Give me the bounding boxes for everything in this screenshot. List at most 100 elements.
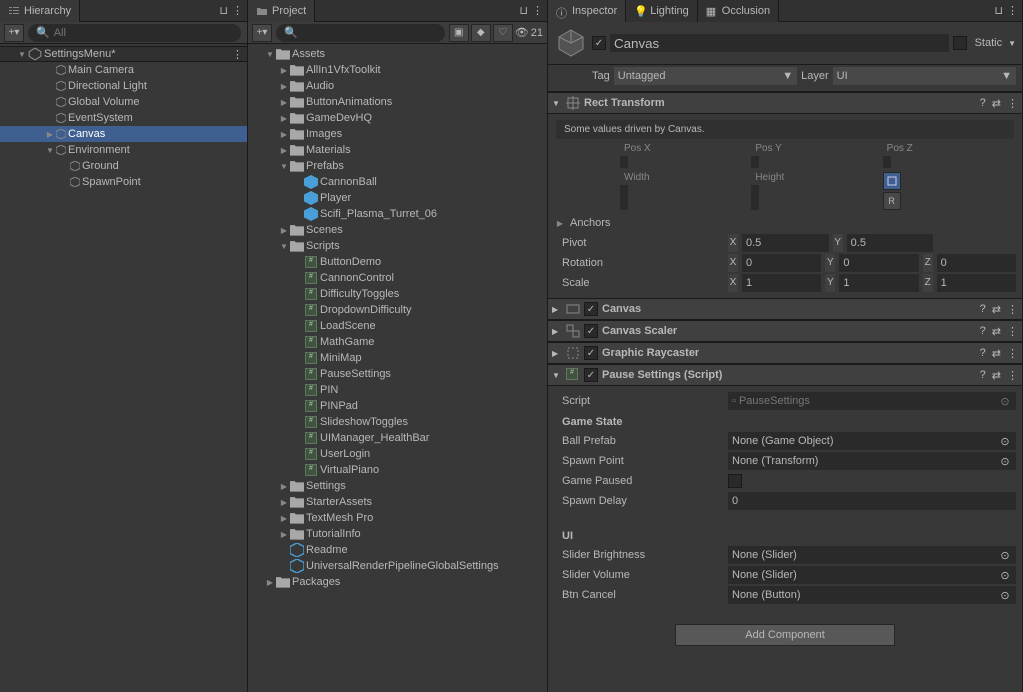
- help-icon[interactable]: ?: [980, 325, 986, 338]
- asset-row[interactable]: #VirtualPiano: [248, 462, 547, 478]
- folder-row[interactable]: ▶ButtonAnimations: [248, 94, 547, 110]
- help-icon[interactable]: ?: [980, 369, 986, 382]
- spawn-delay-field[interactable]: [728, 492, 1016, 510]
- preset-icon[interactable]: ⇄: [992, 325, 1001, 338]
- blueprint-mode-button[interactable]: [883, 172, 901, 190]
- graphic-raycaster-component[interactable]: ▶ Graphic Raycaster ?⇄⋮: [548, 342, 1022, 364]
- tab-lighting[interactable]: 💡 Lighting: [626, 0, 698, 22]
- foldout-icon[interactable]: ▶: [278, 98, 290, 107]
- asset-row[interactable]: Readme: [248, 542, 547, 558]
- menu-icon[interactable]: ⋮: [1007, 347, 1018, 360]
- foldout-icon[interactable]: ▼: [44, 146, 56, 155]
- assets-row[interactable]: ▼ Assets: [248, 46, 547, 62]
- asset-row[interactable]: #ButtonDemo: [248, 254, 547, 270]
- help-icon[interactable]: ?: [980, 97, 986, 110]
- scene-menu-icon[interactable]: ⋮: [232, 48, 247, 61]
- foldout-icon[interactable]: ▶: [44, 130, 56, 139]
- object-picker-icon[interactable]: ⊙: [998, 455, 1012, 468]
- folder-row[interactable]: ▶Settings: [248, 478, 547, 494]
- rot-z-field[interactable]: [937, 254, 1016, 272]
- preset-icon[interactable]: ⇄: [992, 303, 1001, 316]
- hierarchy-item[interactable]: Directional Light: [0, 78, 247, 94]
- hierarchy-item[interactable]: ▼Environment: [0, 142, 247, 158]
- project-search-input[interactable]: [302, 27, 437, 39]
- lock-icon[interactable]: ⊔: [519, 4, 528, 17]
- width-field[interactable]: [620, 185, 628, 210]
- asset-row[interactable]: Player: [248, 190, 547, 206]
- project-tab[interactable]: Project: [248, 0, 315, 22]
- menu-icon[interactable]: ⋮: [532, 4, 543, 17]
- hierarchy-tab[interactable]: Hierarchy: [0, 0, 80, 22]
- menu-icon[interactable]: ⋮: [1007, 303, 1018, 316]
- hierarchy-item[interactable]: Global Volume: [0, 94, 247, 110]
- asset-row[interactable]: CannonBall: [248, 174, 547, 190]
- scl-x-field[interactable]: [742, 274, 821, 292]
- folder-row[interactable]: ▶Images: [248, 126, 547, 142]
- menu-icon[interactable]: ⋮: [1007, 4, 1018, 17]
- object-picker-icon[interactable]: ⊙: [998, 549, 1012, 562]
- static-checkbox[interactable]: [953, 36, 967, 50]
- component-enable-checkbox[interactable]: [584, 346, 598, 360]
- rect-transform-component[interactable]: ▼ Rect Transform ?⇄⋮: [548, 92, 1022, 114]
- foldout-icon[interactable]: ▶: [278, 114, 290, 123]
- btn-cancel-field[interactable]: None (Button)⊙: [728, 586, 1016, 604]
- foldout-icon[interactable]: ▼: [16, 50, 28, 59]
- folder-row[interactable]: ▶Scenes: [248, 222, 547, 238]
- rot-y-field[interactable]: [839, 254, 918, 272]
- foldout-icon[interactable]: ▼: [264, 50, 276, 59]
- layer-dropdown[interactable]: UI▼: [833, 67, 1016, 85]
- hierarchy-item[interactable]: EventSystem: [0, 110, 247, 126]
- foldout-icon[interactable]: ▶: [278, 498, 290, 507]
- foldout-icon[interactable]: ▶: [554, 219, 566, 228]
- gameobject-name-field[interactable]: [610, 34, 949, 52]
- favorite-button[interactable]: ♡: [493, 24, 513, 42]
- asset-row[interactable]: Scifi_Plasma_Turret_06: [248, 206, 547, 222]
- folder-row[interactable]: ▶GameDevHQ: [248, 110, 547, 126]
- slider-brightness-field[interactable]: None (Slider)⊙: [728, 546, 1016, 564]
- create-button[interactable]: +▾: [4, 24, 24, 42]
- folder-row[interactable]: ▶AllIn1VfxToolkit: [248, 62, 547, 78]
- foldout-icon[interactable]: ▼: [552, 371, 562, 380]
- foldout-icon[interactable]: ▶: [278, 66, 290, 75]
- scl-z-field[interactable]: [937, 274, 1016, 292]
- foldout-icon[interactable]: ▶: [552, 305, 562, 314]
- height-field[interactable]: [751, 185, 759, 210]
- folder-row[interactable]: ▼Scripts: [248, 238, 547, 254]
- asset-row[interactable]: #DropdownDifficulty: [248, 302, 547, 318]
- foldout-icon[interactable]: ▶: [552, 349, 562, 358]
- foldout-icon[interactable]: ▶: [278, 146, 290, 155]
- folder-row[interactable]: ▶StarterAssets: [248, 494, 547, 510]
- component-enable-checkbox[interactable]: [584, 324, 598, 338]
- asset-row[interactable]: #PIN: [248, 382, 547, 398]
- asset-row[interactable]: #DifficultyToggles: [248, 286, 547, 302]
- scene-row[interactable]: ▼ SettingsMenu* ⋮: [0, 46, 247, 62]
- hierarchy-item[interactable]: Main Camera: [0, 62, 247, 78]
- game-paused-checkbox[interactable]: [728, 474, 742, 488]
- foldout-icon[interactable]: ▶: [278, 530, 290, 539]
- foldout-icon[interactable]: ▼: [552, 99, 562, 108]
- hierarchy-search[interactable]: 🔍: [28, 24, 241, 42]
- preset-icon[interactable]: ⇄: [992, 369, 1001, 382]
- object-picker-icon[interactable]: ⊙: [998, 395, 1012, 408]
- object-picker-icon[interactable]: ⊙: [998, 435, 1012, 448]
- folder-row[interactable]: ▶Packages: [248, 574, 547, 590]
- pos-y-field[interactable]: [751, 156, 759, 168]
- filter-label-button[interactable]: ◆: [471, 24, 491, 42]
- folder-row[interactable]: ▶TextMesh Pro: [248, 510, 547, 526]
- asset-row[interactable]: #PINPad: [248, 398, 547, 414]
- asset-row[interactable]: #MathGame: [248, 334, 547, 350]
- raw-mode-button[interactable]: R: [883, 192, 901, 210]
- foldout-icon[interactable]: ▶: [552, 327, 562, 336]
- slider-volume-field[interactable]: None (Slider)⊙: [728, 566, 1016, 584]
- asset-row[interactable]: #LoadScene: [248, 318, 547, 334]
- pivot-x-field[interactable]: [742, 234, 829, 252]
- pause-settings-component[interactable]: ▼ # Pause Settings (Script) ?⇄⋮: [548, 364, 1022, 386]
- hierarchy-item[interactable]: Ground: [0, 158, 247, 174]
- help-icon[interactable]: ?: [980, 347, 986, 360]
- tag-dropdown[interactable]: Untagged▼: [614, 67, 797, 85]
- rot-x-field[interactable]: [742, 254, 821, 272]
- asset-row[interactable]: #CannonControl: [248, 270, 547, 286]
- foldout-icon[interactable]: ▶: [278, 226, 290, 235]
- asset-row[interactable]: #UIManager_HealthBar: [248, 430, 547, 446]
- foldout-icon[interactable]: ▶: [278, 482, 290, 491]
